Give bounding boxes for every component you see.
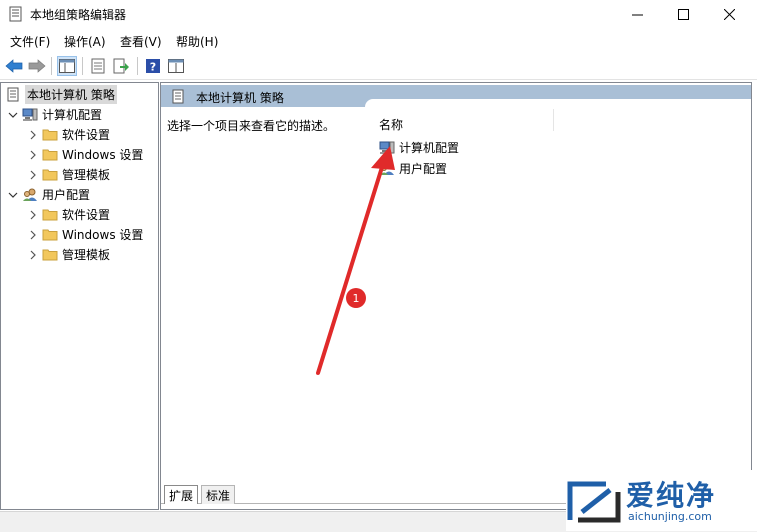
menu-action[interactable]: 操作(A) bbox=[64, 33, 106, 50]
description-panel: 选择一个项目来查看它的描述。 bbox=[161, 107, 365, 475]
tree-item-computer-windows[interactable]: Windows 设置 bbox=[27, 145, 143, 164]
help-icon: ? bbox=[146, 59, 160, 74]
watermark-title: 爱纯净 bbox=[626, 479, 717, 512]
toolbar-separator bbox=[82, 57, 83, 75]
folder-icon bbox=[42, 148, 58, 162]
help-button[interactable]: ? bbox=[143, 56, 163, 76]
policy-editor-app-icon bbox=[9, 6, 22, 22]
tree-item-user-config[interactable]: 用户配置 bbox=[7, 185, 90, 204]
extended-view-button[interactable] bbox=[166, 56, 186, 76]
tree-root-label: 本地计算机 策略 bbox=[25, 85, 117, 104]
tree-label: 计算机配置 bbox=[42, 108, 103, 122]
extended-view-icon bbox=[168, 59, 184, 73]
menu-file[interactable]: 文件(F) bbox=[10, 33, 50, 50]
list-item-label: 用户配置 bbox=[399, 162, 448, 176]
folder-icon bbox=[42, 168, 58, 182]
maximize-button[interactable] bbox=[660, 0, 706, 28]
tree-root[interactable]: 本地计算机 策略 bbox=[5, 85, 117, 104]
policy-document-icon bbox=[172, 89, 184, 104]
forward-arrow-icon bbox=[28, 59, 46, 73]
column-header-name[interactable]: 名称 bbox=[379, 116, 403, 133]
tree-label: 软件设置 bbox=[62, 128, 111, 142]
minimize-icon bbox=[631, 14, 643, 15]
column-divider[interactable] bbox=[553, 109, 554, 131]
menu-view[interactable]: 查看(V) bbox=[120, 33, 162, 50]
tree-label: 软件设置 bbox=[62, 208, 111, 222]
tree-item-user-software[interactable]: 软件设置 bbox=[27, 205, 110, 224]
tree-item-computer-admin-templates[interactable]: 管理模板 bbox=[27, 165, 110, 184]
tree-label: 管理模板 bbox=[62, 168, 111, 182]
tab-extended[interactable]: 扩展 bbox=[164, 485, 199, 504]
maximize-icon bbox=[677, 8, 689, 20]
close-button[interactable] bbox=[706, 0, 752, 28]
users-icon bbox=[22, 188, 38, 202]
tree-item-computer-software[interactable]: 软件设置 bbox=[27, 125, 110, 144]
tree-item-computer-config[interactable]: 计算机配置 bbox=[7, 105, 102, 124]
close-icon bbox=[723, 8, 735, 20]
chevron-down-icon[interactable] bbox=[7, 109, 19, 121]
folder-icon bbox=[42, 128, 58, 142]
chevron-down-icon[interactable] bbox=[7, 189, 19, 201]
chevron-right-icon[interactable] bbox=[27, 249, 39, 261]
annotation-badge: 1 bbox=[346, 288, 366, 308]
folder-icon bbox=[42, 228, 58, 242]
folder-icon bbox=[42, 208, 58, 222]
policy-document-icon bbox=[5, 87, 21, 102]
window-title: 本地组策略编辑器 bbox=[30, 8, 127, 22]
list-item-label: 计算机配置 bbox=[399, 141, 460, 155]
computer-icon bbox=[379, 141, 395, 155]
folder-icon bbox=[42, 248, 58, 262]
list-item-user-config[interactable]: 用户配置 bbox=[379, 160, 447, 177]
tree-label: 管理模板 bbox=[62, 248, 111, 262]
chevron-right-icon[interactable] bbox=[27, 209, 39, 221]
svg-text:?: ? bbox=[150, 61, 156, 74]
show-tree-icon bbox=[59, 59, 75, 73]
chevron-right-icon[interactable] bbox=[27, 129, 39, 141]
content-pane: 本地计算机 策略 选择一个项目来查看它的描述。 名称 计算机配置 用户配置 扩展… bbox=[160, 82, 752, 510]
toolbar-separator bbox=[137, 57, 138, 75]
chevron-right-icon[interactable] bbox=[27, 169, 39, 181]
properties-icon bbox=[91, 58, 105, 74]
content-header-title: 本地计算机 策略 bbox=[196, 91, 284, 105]
item-list: 名称 计算机配置 用户配置 bbox=[365, 99, 751, 475]
toolbar-separator bbox=[51, 57, 52, 75]
properties-button[interactable] bbox=[88, 56, 108, 76]
chevron-right-icon[interactable] bbox=[27, 229, 39, 241]
chevron-right-icon[interactable] bbox=[27, 149, 39, 161]
watermark-logo-icon bbox=[567, 481, 621, 523]
description-text: 选择一个项目来查看它的描述。 bbox=[167, 119, 336, 133]
tree-label: Windows 设置 bbox=[62, 228, 144, 242]
tree-item-user-admin-templates[interactable]: 管理模板 bbox=[27, 245, 110, 264]
tree-label: 用户配置 bbox=[42, 188, 91, 202]
computer-icon bbox=[22, 108, 38, 122]
toolbar: ? bbox=[0, 53, 757, 80]
list-item-computer-config[interactable]: 计算机配置 bbox=[379, 139, 459, 156]
export-list-button[interactable] bbox=[111, 56, 131, 76]
tree-label: Windows 设置 bbox=[62, 148, 144, 162]
title-bar: 本地组策略编辑器 bbox=[0, 0, 757, 28]
forward-button[interactable] bbox=[27, 56, 47, 76]
back-button[interactable] bbox=[4, 56, 24, 76]
users-icon bbox=[379, 162, 395, 176]
tab-standard[interactable]: 标准 bbox=[201, 485, 236, 504]
tree-pane: 本地计算机 策略 计算机配置 软件设置 Windows 设置 管理模板 用户配置… bbox=[0, 82, 159, 510]
watermark: 爱纯净 aichunjing.com bbox=[566, 470, 757, 531]
menu-help[interactable]: 帮助(H) bbox=[176, 33, 218, 50]
tree-item-user-windows[interactable]: Windows 设置 bbox=[27, 225, 143, 244]
watermark-url: aichunjing.com bbox=[628, 510, 712, 523]
export-list-icon bbox=[113, 58, 129, 74]
back-arrow-icon bbox=[5, 59, 23, 73]
minimize-button[interactable] bbox=[614, 0, 660, 28]
show-tree-button[interactable] bbox=[57, 56, 77, 76]
menu-bar: 文件(F) 操作(A) 查看(V) 帮助(H) bbox=[0, 30, 757, 52]
